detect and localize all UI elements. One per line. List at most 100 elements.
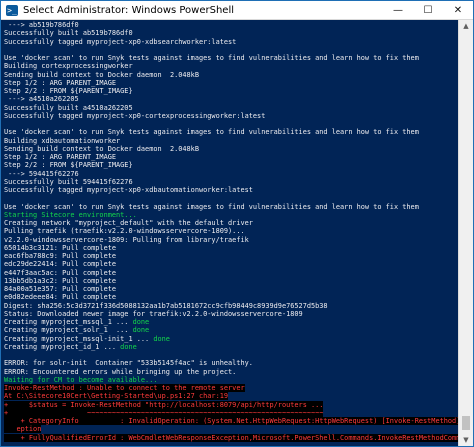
close-button[interactable]: ✕ — [443, 1, 473, 19]
console-line: edc29de22414: Pull complete — [4, 260, 459, 268]
console-line: Pulling traefik (traefik:v2.2.0-windowss… — [4, 227, 459, 235]
vertical-scrollbar[interactable]: ▲ ▼ — [458, 20, 473, 446]
console-line-text: ---> a4510a262205 — [4, 95, 79, 104]
console-line-text: 13bb5db1a3c2: Pull complete — [4, 276, 117, 285]
console-output[interactable]: ---> ab519b786df0 Successfully built ab51… — [1, 20, 459, 446]
console-line-text: 84a00a51e357: Pull complete — [4, 285, 117, 293]
console-line: Waiting for CM to become available... — [4, 376, 459, 384]
console-line: Step 1/2 : ARG PARENT_IMAGE — [4, 153, 459, 161]
console-line-text: v2.2.0-windowsservercore-1809: Pulling f… — [4, 235, 249, 244]
console-line-text: e0d82edeee84: Pull complete — [4, 293, 117, 302]
console-line-text: Building cortexprocessingworker — [4, 62, 133, 71]
console-line-text: Digest: sha256:5c3d3721f336d5088132aa1b7… — [4, 301, 328, 310]
console-line: Successfully built ab519b786df0 — [4, 29, 459, 37]
console-line: e447f3aac5ac: Pull complete — [4, 269, 459, 277]
console-line-text: Step 2/2 : FROM ${PARENT_IMAGE} — [4, 87, 133, 95]
scroll-up-arrow-icon[interactable]: ▲ — [459, 20, 473, 32]
console-line-text: 65014b3c3121: Pull complete — [4, 243, 117, 252]
console-line-text: + ~~~~~~~~~~~~~~~~~~~~~~~~~~~~~~~~~~~~~~… — [4, 408, 324, 417]
console-line: Sending build context to Docker daemon 2… — [4, 145, 459, 153]
scrollbar-thumb[interactable] — [462, 416, 470, 430]
console-line: At C:\Sitecore10Cert\Getting-Started\up.… — [4, 392, 459, 401]
minimize-button[interactable]: — — [383, 1, 413, 19]
console-line: ---> a4510a262205 — [4, 95, 459, 103]
console-line-text: Creating myproject_solr_1 ... — [4, 326, 133, 335]
console-line: Successfully tagged myproject-xp0-cortex… — [4, 112, 459, 120]
console-line: Use 'docker scan' to run Snyk tests agai… — [4, 203, 459, 211]
console-line: eption — [4, 425, 459, 434]
console-line-text: ---> 594415f62276 — [4, 169, 79, 178]
console-line-text: Starting Sitecore environment... — [4, 210, 137, 219]
console-line-text: Successfully built 594415f62276 — [4, 177, 133, 186]
console-line-text: Building xdbautomationworker — [4, 136, 121, 145]
powershell-window: >_ Select Administrator: Windows PowerSh… — [0, 0, 474, 447]
console-line-text: Creating myproject_mssql_1 ... — [4, 318, 133, 326]
console-line-text: Step 1/2 : ARG PARENT_IMAGE — [4, 153, 117, 161]
console-line: Digest: sha256:5c3d3721f336d5088132aa1b7… — [4, 302, 459, 310]
console-line: Status: Downloaded newer image for traef… — [4, 310, 459, 318]
console-line-text: ---> ab519b786df0 — [4, 21, 79, 29]
console-line-text: ERROR: Encountered errors while bringing… — [4, 367, 237, 376]
console-line: Building xdbautomationworker — [4, 137, 459, 145]
powershell-icon[interactable]: >_ — [6, 4, 18, 16]
console-line-text: eac6fba788c9: Pull complete — [4, 252, 117, 260]
status-done-label: done — [132, 318, 150, 326]
console-line: Step 2/2 : FROM ${PARENT_IMAGE} — [4, 161, 459, 169]
console-line: + FullyQualifiedErrorId : WebCmdletWebRe… — [4, 433, 459, 442]
console-line-text: Successfully built ab519b786df0 — [4, 29, 133, 38]
console-line: Successfully built 594415f62276 — [4, 178, 459, 186]
console-line-text: Successfully built a4510a262205 — [4, 103, 133, 112]
maximize-button[interactable]: ☐ — [413, 1, 443, 19]
console-line-text: Invoke-RestMethod : Unable to connect to… — [4, 384, 245, 392]
console-line: ERROR: Encountered errors while bringing… — [4, 368, 459, 376]
console-line: Use 'docker scan' to run Snyk tests agai… — [4, 128, 459, 136]
console-line-text: + FullyQualifiedErrorId : WebCmdletWebRe… — [4, 433, 459, 442]
console-line: ---> 594415f62276 — [4, 170, 459, 178]
console-line-text: Waiting for CM to become available... — [4, 375, 158, 384]
console-line-text: + $status = Invoke-RestMethod "http://lo… — [4, 400, 324, 409]
console-line-text: e447f3aac5ac: Pull complete — [4, 268, 117, 277]
console-line-text: Sending build context to Docker daemon 2… — [4, 70, 199, 79]
scroll-down-arrow-icon[interactable]: ▼ — [459, 434, 473, 446]
window-title: Select Administrator: Windows PowerShell — [23, 4, 235, 16]
status-done-label: done — [132, 326, 150, 335]
console-line-text: Successfully tagged myproject-xp0-xdbsea… — [4, 37, 237, 46]
console-line: ERROR: for solr-init Container "533b5145… — [4, 359, 459, 367]
console-line: ---> ab519b786df0 — [4, 21, 459, 29]
console-line-text: Sending build context to Docker daemon 2… — [4, 144, 199, 153]
console-line-text: edc29de22414: Pull complete — [4, 260, 117, 269]
console-line: + $status = Invoke-RestMethod "http://lo… — [4, 400, 459, 409]
console-line: Sending build context to Docker daemon 2… — [4, 71, 459, 79]
console-line: Creating network "myproject_default" wit… — [4, 219, 459, 227]
console-line: Step 1/2 : ARG PARENT_IMAGE — [4, 79, 459, 87]
console-line-text: Use 'docker scan' to run Snyk tests agai… — [4, 202, 419, 211]
console-line: Step 2/2 : FROM ${PARENT_IMAGE} — [4, 87, 459, 95]
console-line: 84a00a51e357: Pull complete — [4, 285, 459, 293]
console-line-text: Creating myproject_id_1 ... — [4, 342, 121, 351]
console-line: Creating myproject_solr_1 ... done — [4, 326, 459, 334]
console-line-text: Step 1/2 : ARG PARENT_IMAGE — [4, 78, 117, 87]
console-line: 13bb5db1a3c2: Pull complete — [4, 277, 459, 285]
console-line: Creating myproject_mssql-init_1 ... done — [4, 335, 459, 343]
console-line-text: Use 'docker scan' to run Snyk tests agai… — [4, 54, 419, 62]
console-line: Successfully tagged myproject-xp0-xdbsea… — [4, 38, 459, 46]
console-line-text: Successfully tagged myproject-xp0-cortex… — [4, 111, 266, 120]
console-line-text: Creating myproject_mssql-init_1 ... — [4, 334, 154, 343]
status-done-label: done — [120, 342, 137, 351]
console-line-text: eption — [4, 425, 42, 434]
console-line: Starting Sitecore environment... — [4, 211, 459, 219]
title-bar[interactable]: >_ Select Administrator: Windows PowerSh… — [1, 1, 473, 20]
console-line-text: + CategoryInfo : InvalidOperation: (Syst… — [4, 417, 459, 425]
console-line-text: Step 2/2 : FROM ${PARENT_IMAGE} — [4, 161, 133, 170]
console-line-text: Creating network "myproject_default" wit… — [4, 219, 253, 227]
console-line-text: Use 'docker scan' to run Snyk tests agai… — [4, 128, 419, 137]
console-line-text: Pulling traefik (traefik:v2.2.0-windowss… — [4, 227, 245, 236]
console-line: + ~~~~~~~~~~~~~~~~~~~~~~~~~~~~~~~~~~~~~~… — [4, 408, 459, 417]
console-line: Creating myproject_mssql_1 ... done — [4, 318, 459, 326]
console-line-text: At C:\Sitecore10Cert\Getting-Started\up.… — [4, 392, 229, 401]
